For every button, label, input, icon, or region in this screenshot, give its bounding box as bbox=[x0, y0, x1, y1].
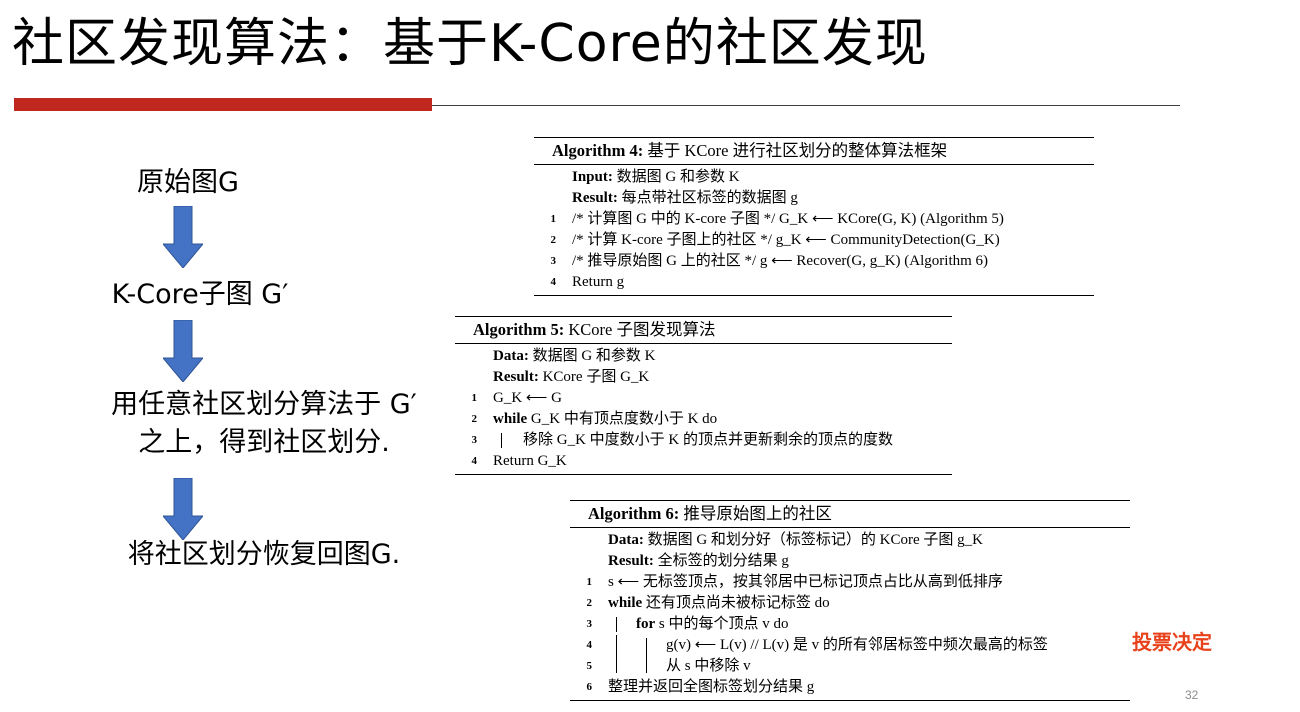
algorithm-line: Result: 全标签的划分结果 g bbox=[608, 553, 789, 569]
flow-step-community-detection: 用任意社区划分算法于 G′ 之上，得到社区划分. bbox=[78, 386, 450, 462]
vote-annotation: 投票决定 bbox=[1132, 630, 1212, 654]
flow-step-original-graph: 原始图G bbox=[137, 167, 239, 198]
down-arrow-icon bbox=[163, 478, 203, 540]
indent-guide bbox=[501, 433, 502, 448]
algorithm-line: 6 整理并返回全图标签划分结果 g bbox=[586, 679, 815, 695]
algorithm-line: 4 Return G_K bbox=[471, 453, 567, 469]
down-arrow-icon bbox=[163, 320, 203, 382]
algorithm-4-header: Algorithm 4: 基于 KCore 进行社区划分的整体算法框架 bbox=[534, 138, 1094, 165]
indent-guide bbox=[616, 635, 617, 656]
algorithm-line: 2/* 计算 K-core 子图上的社区 */ g_K ⟵ CommunityD… bbox=[550, 232, 1000, 248]
algorithm-line: 1 G_K ⟵ G bbox=[471, 390, 563, 406]
algorithm-line: Result: 每点带社区标签的数据图 g bbox=[572, 190, 798, 206]
page-number: 32 bbox=[1185, 688, 1199, 702]
algorithm-line: 3/* 推导原始图 G 上的社区 */ g ⟵ Recover(G, g_K) … bbox=[550, 253, 989, 269]
title-underline-accent bbox=[14, 98, 432, 111]
algorithm-5-box: Algorithm 5: KCore 子图发现算法 Data: 数据图 G 和参… bbox=[455, 316, 952, 475]
algorithm-line: 3 for s 中的每个顶点 v do bbox=[586, 616, 789, 632]
algorithm-4-body: Input: 数据图 G 和参数 K Result: 每点带社区标签的数据图 g… bbox=[534, 165, 1094, 296]
algorithm-5-header: Algorithm 5: KCore 子图发现算法 bbox=[455, 317, 952, 344]
flow-step-community-detection-line1: 用任意社区划分算法于 G′ bbox=[111, 389, 417, 420]
algorithm-line: Input: 数据图 G 和参数 K bbox=[572, 169, 740, 185]
flow-step-community-detection-line2: 之上，得到社区划分. bbox=[138, 427, 390, 458]
algorithm-6-body: Data: 数据图 G 和划分好（标签标记）的 KCore 子图 g_K Res… bbox=[570, 528, 1130, 701]
algorithm-line: 2 while 还有顶点尚未被标记标签 do bbox=[586, 595, 830, 611]
down-arrow-icon bbox=[163, 206, 203, 268]
algorithm-6-box: Algorithm 6: 推导原始图上的社区 Data: 数据图 G 和划分好（… bbox=[570, 500, 1130, 701]
page-title: 社区发现算法：基于K-Core的社区发现 bbox=[12, 14, 928, 74]
indent-guide bbox=[616, 656, 617, 673]
algorithm-line: 5从 s 中移除 v bbox=[586, 656, 751, 674]
algorithm-line: Data: 数据图 G 和划分好（标签标记）的 KCore 子图 g_K bbox=[608, 532, 983, 548]
algorithm-4-box: Algorithm 4: 基于 KCore 进行社区划分的整体算法框架 Inpu… bbox=[534, 137, 1094, 296]
indent-guide bbox=[646, 638, 647, 656]
algorithm-line: 4 g(v) ⟵ L(v) // L(v) 是 v 的所有邻居标签中频次最高的标签 bbox=[570, 635, 1130, 656]
algorithm-line: 4 Return g bbox=[550, 274, 625, 290]
algorithm-line: 1/* 计算图 G 中的 K-core 子图 */ G_K ⟵ KCore(G,… bbox=[550, 211, 1004, 227]
algorithm-line: Result: KCore 子图 G_K bbox=[493, 369, 650, 385]
flow-step-kcore-subgraph: K-Core子图 G′ bbox=[111, 279, 289, 310]
algorithm-line: Data: 数据图 G 和参数 K bbox=[493, 348, 656, 364]
indent-guide bbox=[616, 617, 617, 632]
algorithm-line: 1s ⟵ 无标签顶点，按其邻居中已标记顶点占比从高到低排序 bbox=[586, 574, 1003, 590]
algorithm-line: 3 移除 G_K 中度数小于 K 的顶点并更新剩余的顶点的度数 bbox=[471, 432, 893, 448]
indent-guide bbox=[646, 656, 647, 673]
algorithm-5-body: Data: 数据图 G 和参数 K Result: KCore 子图 G_K 1… bbox=[455, 344, 952, 475]
algorithm-6-header: Algorithm 6: 推导原始图上的社区 bbox=[570, 501, 1130, 528]
algorithm-line: 2 while G_K 中有顶点度数小于 K do bbox=[471, 411, 718, 427]
title-underline-rule bbox=[432, 105, 1180, 106]
flow-step-recover-graph: 将社区划分恢复回图G. bbox=[127, 539, 401, 570]
